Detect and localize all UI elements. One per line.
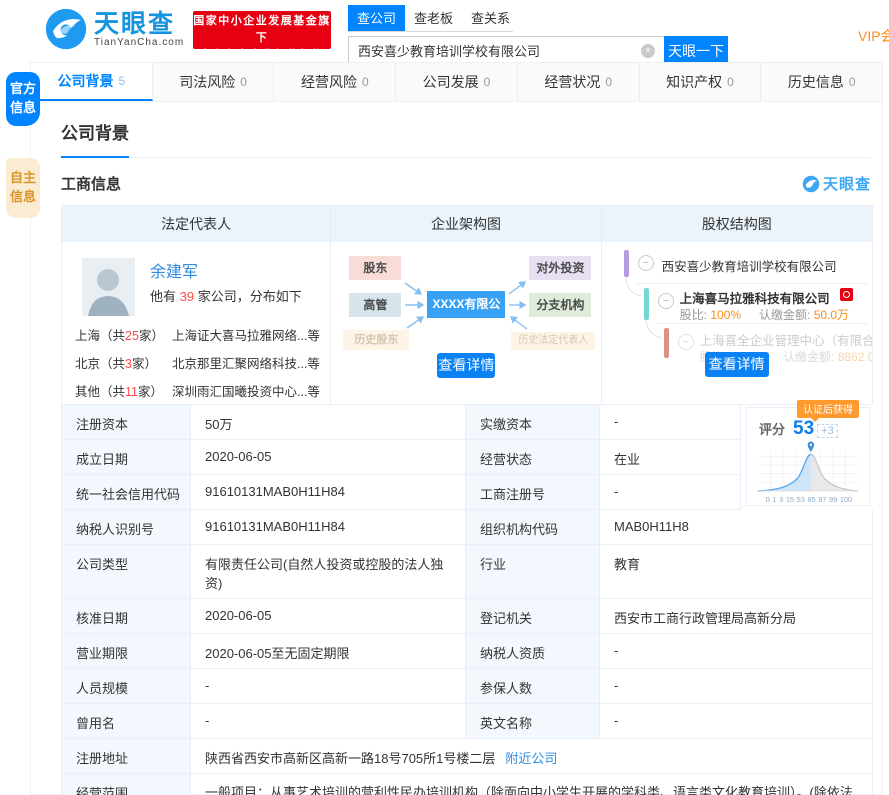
table-row: 注册资本 50万 实缴资本 - [61, 405, 741, 440]
org-box-shareholders: 股东 [349, 256, 402, 280]
tab-company-background[interactable]: 公司背景 5 [31, 63, 153, 101]
logo-domain: TianYanCha.com [94, 36, 185, 48]
search-input[interactable] [348, 36, 664, 65]
tab-operating-status[interactable]: 经营状况 0 [518, 63, 640, 101]
search-tab-relation[interactable]: 查关系 [462, 5, 519, 31]
equity-chart-detail-button[interactable]: 查看详情 [704, 352, 769, 377]
equity-node-grandparent: 上海喜全企业管理中心（有限合伙） [699, 334, 872, 348]
top-header: 天眼查 TianYanCha.com 国家中小企业发展基金旗下 官方备案企业征信… [0, 0, 889, 65]
col-header-org-chart: 企业架构图 [331, 206, 602, 242]
legal-rep-summary: 他有 39 家公司，分布如下 [150, 289, 302, 304]
col-header-equity-chart: 股权结构图 [701, 216, 772, 232]
nearby-companies-link[interactable]: 附近公司 [505, 751, 557, 766]
table-row: 营业期限 2020-06-05至无固定期限 纳税人资质 - [61, 634, 873, 669]
collapse-node-icon[interactable]: − [657, 293, 674, 309]
search-area: 查公司 查老板 查关系 ✕ 天眼一下 [348, 5, 728, 65]
org-box-branches: 分支机构 [529, 293, 592, 317]
table-row: 人员规模 - 参保人数 - [61, 669, 873, 704]
score-bonus: +3 [817, 424, 838, 438]
status-link[interactable]: 在业 [614, 452, 640, 467]
equity-node-root: 西安喜少教育培训学校有限公司 [661, 260, 837, 274]
logo-title: 天眼查 [94, 9, 176, 38]
equity-node-shareholder: 上海喜马拉雅科技有限公司 [679, 292, 830, 306]
equity-bar [623, 250, 629, 277]
org-box-executives: 高管 [349, 293, 402, 317]
business-info-title: 工商信息 [61, 176, 122, 193]
table-row: 纳税人识别号 91610131MAB0H11H84 组织机构代码 MAB0H11… [61, 510, 873, 545]
overview-table: 法定代表人 企业架构图 股权结构图 余建军 他有 39 家公司，分布如下 上海（… [61, 205, 873, 404]
tab-history-info[interactable]: 历史信息 0 [761, 63, 882, 101]
org-chart-cell: 股东 高管 历史股东 XXXX有限公司 对外投资 分支机构 历史法定代表人 查看… [331, 242, 602, 404]
equity-ratio-line: 股比: 100% 认缴金额: 50.0万 [679, 308, 850, 322]
org-box-history-shareholders: 历史股东 [343, 330, 410, 350]
score-axis-labels: 01 3 15 53 85 97 99 100 [765, 495, 853, 504]
score-pin-icon [807, 441, 815, 453]
vip-link[interactable]: VIP会员 [858, 26, 889, 46]
clear-search-icon[interactable]: ✕ [641, 44, 655, 58]
tianyancha-watermark: 天眼查 [802, 173, 871, 194]
search-tabs: 查公司 查老板 查关系 [348, 5, 513, 32]
distribution-row: 上海（共25家） 上海证大喜马拉雅网络...等 [75, 329, 320, 343]
equity-bar [643, 288, 649, 320]
sidebar-tab-self-info[interactable]: 自主信息 [6, 158, 40, 218]
search-tab-company[interactable]: 查公司 [348, 5, 406, 31]
government-badge: 国家中小企业发展基金旗下 官方备案企业征信机构 [193, 11, 331, 61]
page: 天眼查 TianYanCha.com 国家中小企业发展基金旗下 官方备案企业征信… [0, 0, 889, 795]
actual-controller-flag-icon [839, 288, 853, 301]
eye-logo-icon [45, 8, 87, 50]
details-table: 注册资本 50万 实缴资本 - 成立日期 2020-06-05 经营状态 在业 … [61, 400, 873, 795]
table-row: 经营范围 一般项目：从事艺术培训的营利性民办培训机构（除面向中小学生开展的学科类… [61, 774, 873, 795]
score-widget: 认证后获得 评分 53 +3 0 1 3 15 53 85 97 99 100 [746, 400, 870, 506]
legal-rep-name-link[interactable]: 余建军 [150, 258, 198, 282]
org-box-company: XXXX有限公司 [427, 291, 506, 338]
bell-curve [757, 441, 859, 492]
tab-intellectual-property[interactable]: 知识产权 0 [640, 63, 762, 101]
search-button[interactable]: 天眼一下 [664, 36, 728, 65]
legal-rep-avatar[interactable] [82, 258, 135, 316]
equity-bar [663, 328, 669, 358]
table-row: 注册地址 陕西省西安市高新区高新一路18号705所1号楼二层 附近公司 [61, 739, 873, 774]
sidebar-tab-official-info[interactable]: 官方信息 [6, 72, 40, 126]
legal-rep-cell: 余建军 他有 39 家公司，分布如下 上海（共25家） 上海证大喜马拉雅网络..… [62, 242, 332, 404]
table-row: 成立日期 2020-06-05 经营状态 在业 [61, 440, 741, 475]
equity-chart-cell: − 西安喜少教育培训学校有限公司 − 上海喜马拉雅科技有限公司 股比: 100%… [602, 242, 872, 404]
certification-badge: 认证后获得 [797, 400, 859, 422]
page-title: 公司背景 [61, 119, 129, 158]
distribution-row: 北京（共3家） 北京那里汇聚网络科技...等 [75, 357, 320, 371]
tab-company-development[interactable]: 公司发展 0 [396, 63, 518, 101]
org-box-outbound-investment: 对外投资 [529, 256, 592, 280]
search-tab-boss[interactable]: 查老板 [405, 5, 462, 31]
watermark-eye-icon [802, 175, 820, 192]
col-header-legal-rep: 法定代表人 [62, 206, 332, 242]
company-distribution: 上海（共25家） 上海证大喜马拉雅网络...等 北京（共3家） 北京那里汇聚网络… [75, 322, 325, 404]
table-row: 曾用名 - 英文名称 - [61, 704, 873, 739]
table-row: 核准日期 2020-06-05 登记机关 西安市工商行政管理局高新分局 [61, 599, 873, 634]
org-box-history-legal-rep: 历史法定代表人 [511, 332, 596, 350]
avatar-placeholder-icon [82, 258, 135, 316]
tab-judicial-risk[interactable]: 司法风险 0 [153, 63, 275, 101]
org-chart-detail-button[interactable]: 查看详情 [437, 353, 496, 378]
table-row: 公司类型 有限责任公司(自然人投资或控股的法人独资) 行业 教育 [61, 545, 873, 599]
collapse-node-icon[interactable]: − [637, 255, 654, 271]
distribution-row: 其他（共11家） 深圳雨汇国曦投资中心...等 [75, 385, 320, 399]
score-label: 评分 [759, 422, 786, 437]
tab-operating-risk[interactable]: 经营风险 0 [274, 63, 397, 101]
section-nav-tabs: 公司背景 5 司法风险 0 经营风险 0 公司发展 0 经营状况 0 知识产权 0 历史信息… [31, 63, 882, 102]
collapse-node-icon[interactable]: − [677, 334, 694, 350]
main-panel: 公司背景 5 司法风险 0 经营风险 0 公司发展 0 经营状况 0 知识产权 0 历史信息… [30, 62, 883, 795]
tianyancha-logo[interactable]: 天眼查 TianYanCha.com [44, 7, 184, 51]
score-distribution-chart: 01 3 15 53 85 97 99 100 [747, 440, 869, 504]
table-row: 统一社会信用代码 91610131MAB0H11H84 工商注册号 - [61, 475, 741, 510]
